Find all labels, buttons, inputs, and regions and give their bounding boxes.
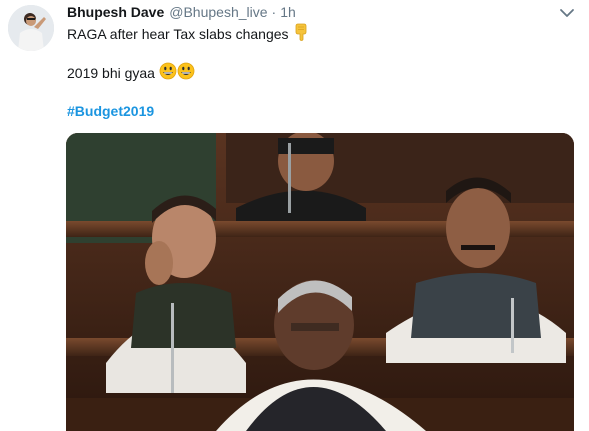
hashtag-link[interactable]: #Budget2019 — [67, 103, 154, 119]
chevron-down-icon[interactable] — [559, 6, 575, 20]
display-name[interactable]: Bhupesh Dave — [67, 4, 164, 20]
separator-dot: · — [271, 4, 277, 20]
user-handle[interactable]: @Bhupesh_live — [169, 4, 267, 20]
tweet-text-line-2: 2019 bhi gyaa — [67, 62, 195, 84]
tweet-text: RAGA after hear Tax slabs changes — [67, 26, 289, 42]
tweet: Bhupesh Dave @Bhupesh_live · 1h RAGA aft… — [0, 0, 589, 431]
tweet-text-line-1: RAGA after hear Tax slabs changes — [67, 23, 310, 45]
tweet-photo[interactable] — [66, 133, 574, 431]
grinning-face-icon — [159, 62, 195, 84]
avatar[interactable] — [8, 5, 54, 51]
tweet-header: Bhupesh Dave @Bhupesh_live · 1h — [67, 4, 296, 22]
timestamp[interactable]: 1h — [280, 4, 296, 20]
pointing-down-icon — [293, 23, 310, 45]
tweet-text: 2019 bhi gyaa — [67, 65, 155, 81]
